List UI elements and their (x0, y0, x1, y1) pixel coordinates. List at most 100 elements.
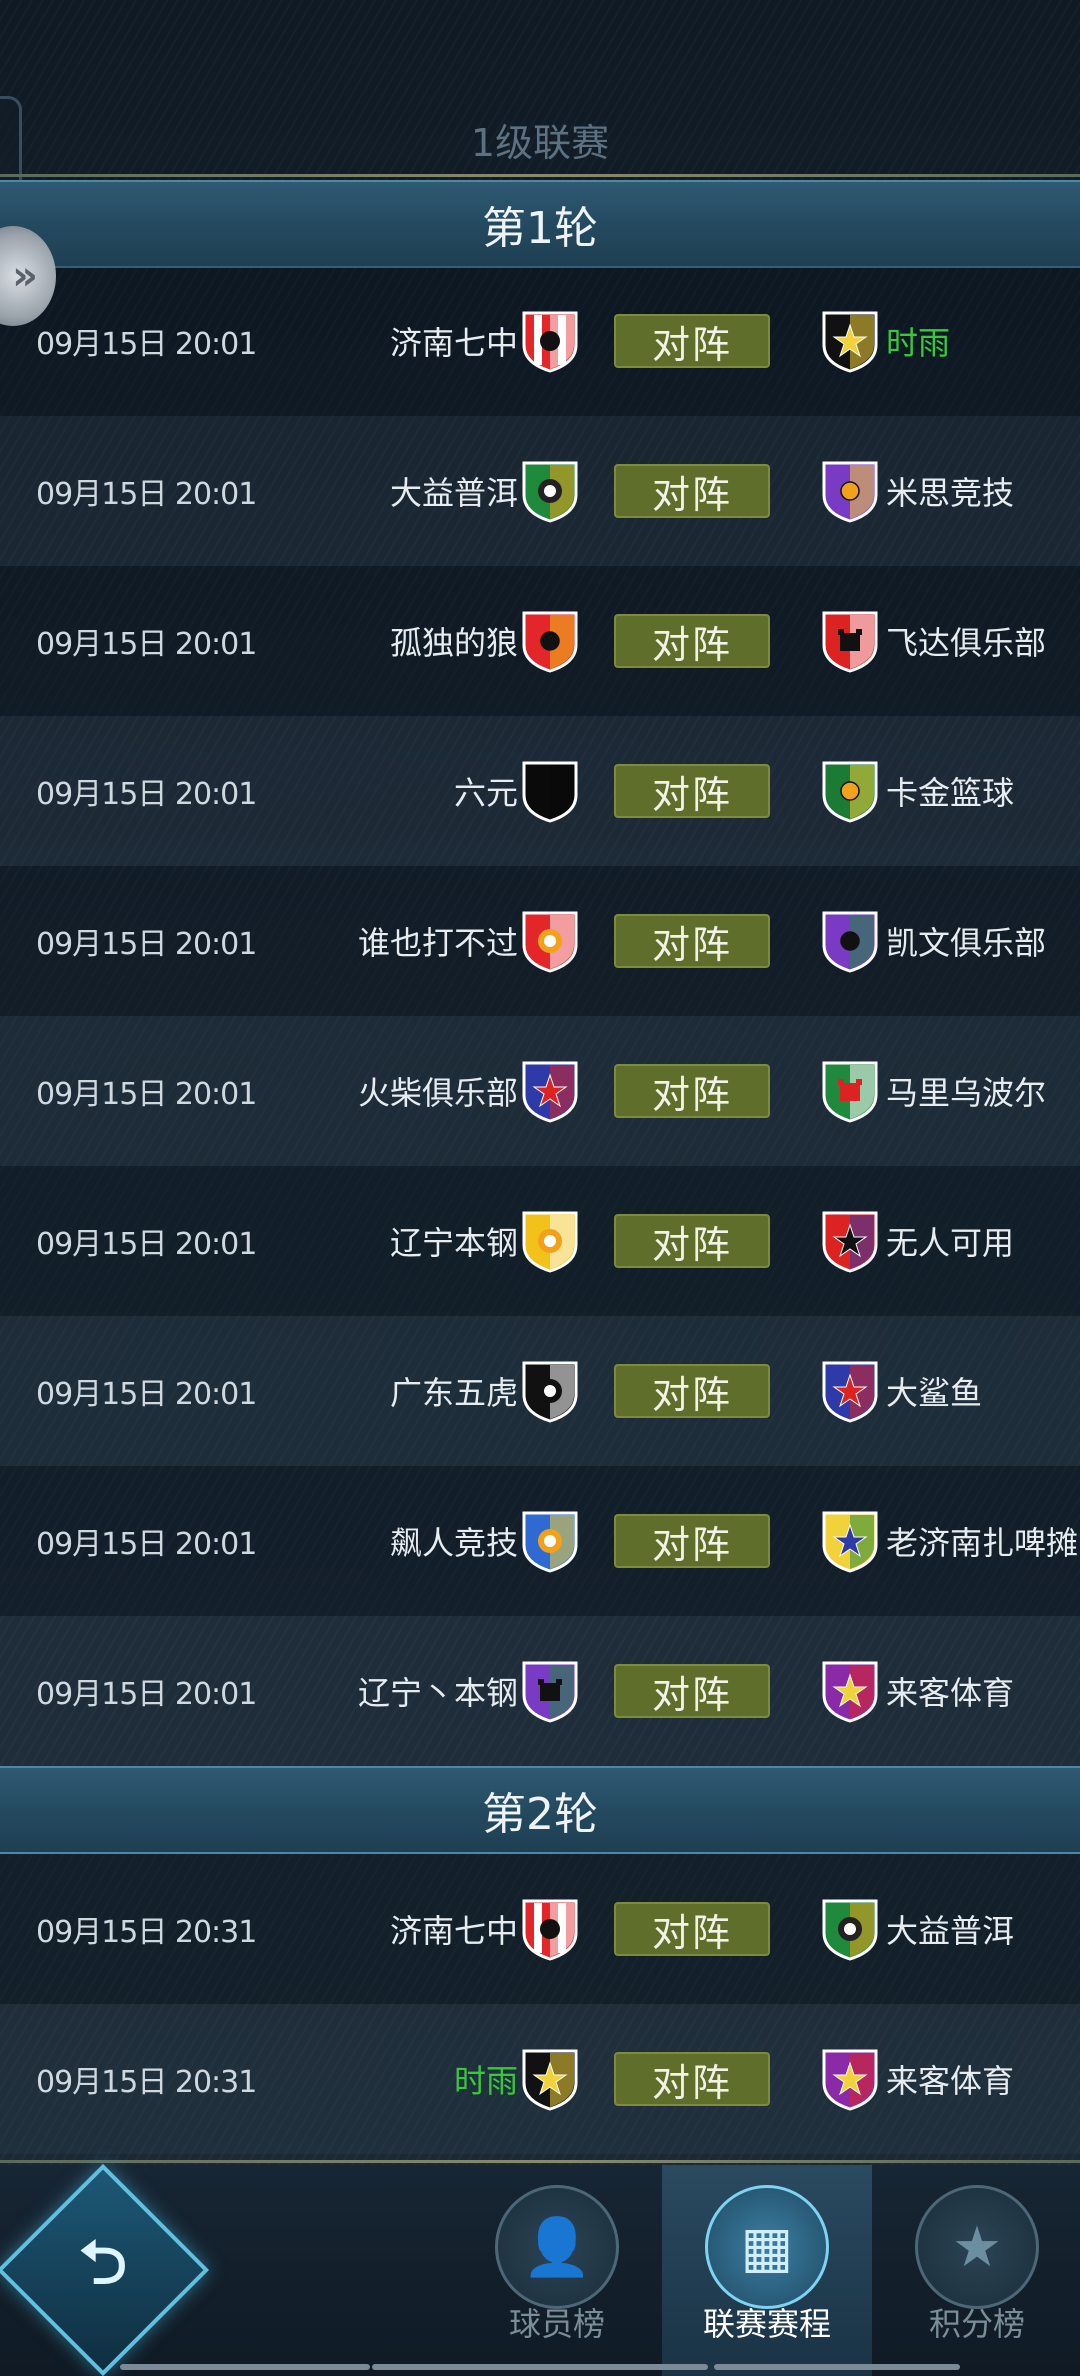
match-row: 09月15日 20:01 辽宁本钢 对阵 无人可用 (0, 1166, 1080, 1316)
back-arrow-icon: ⮌ (78, 2228, 128, 2298)
divider (0, 174, 1080, 177)
nav-standings[interactable]: ★ 积分榜 (872, 2165, 1080, 2376)
match-row: 09月15日 20:01 辽宁丶本钢 对阵 来客体育 (0, 1616, 1080, 1766)
league-title: 1级联赛 (470, 121, 610, 165)
vs-button[interactable]: 对阵 (614, 1214, 770, 1268)
vs-button[interactable]: 对阵 (614, 1364, 770, 1418)
home-team-badge-icon[interactable] (520, 1059, 580, 1123)
home-team-badge-icon[interactable] (520, 1359, 580, 1423)
player-icon: 👤 (495, 2185, 619, 2309)
match-time: 09月15日 20:01 (36, 777, 257, 812)
home-team-badge-icon[interactable] (520, 909, 580, 973)
away-team-badge-icon[interactable] (820, 609, 880, 673)
match-time: 09月15日 20:01 (36, 1377, 257, 1412)
home-team-name[interactable]: 辽宁本钢 (390, 1218, 518, 1264)
home-team-name[interactable]: 广东五虎 (390, 1368, 518, 1414)
scroll-indicator (372, 2364, 708, 2370)
vs-button[interactable]: 对阵 (614, 1514, 770, 1568)
away-team-name[interactable]: 米思竞技 (886, 468, 1014, 514)
match-row: 09月15日 20:01 大益普洱 对阵 米思竞技 (0, 416, 1080, 566)
away-team-badge-icon[interactable] (820, 1509, 880, 1573)
home-team-name[interactable]: 济南七中 (390, 1906, 518, 1952)
home-team-badge-icon[interactable] (520, 1897, 580, 1961)
away-team-name[interactable]: 马里乌波尔 (886, 1068, 1046, 1114)
nav-label: 积分榜 (928, 2305, 1025, 2343)
home-team-badge-icon[interactable] (520, 609, 580, 673)
round-header-1: 第1轮 (0, 180, 1080, 268)
match-time: 09月15日 20:01 (36, 1527, 257, 1562)
home-team-badge-icon[interactable] (520, 1509, 580, 1573)
vs-button[interactable]: 对阵 (614, 1064, 770, 1118)
home-team-badge-icon[interactable] (520, 459, 580, 523)
away-team-name[interactable]: 飞达俱乐部 (886, 618, 1046, 664)
away-team-name[interactable]: 老济南扎啤摊 (886, 1518, 1078, 1564)
home-team-name[interactable]: 济南七中 (390, 318, 518, 364)
nav-label: 球员榜 (508, 2305, 605, 2343)
home-team-name[interactable]: 火柴俱乐部 (358, 1068, 518, 1114)
home-team-name[interactable]: 时雨 (454, 2056, 518, 2102)
away-team-name[interactable]: 大鲨鱼 (886, 1368, 982, 1414)
vs-button[interactable]: 对阵 (614, 1664, 770, 1718)
round-label: 第1轮 (482, 203, 598, 254)
away-team-name[interactable]: 时雨 (886, 318, 950, 364)
match-row: 09月15日 20:01 飙人竞技 对阵 老济南扎啤摊 (0, 1466, 1080, 1616)
away-team-badge-icon[interactable] (820, 1659, 880, 1723)
home-team-badge-icon[interactable] (520, 759, 580, 823)
away-team-name[interactable]: 大益普洱 (886, 1906, 1014, 1952)
away-team-name[interactable]: 来客体育 (886, 1668, 1014, 1714)
star-trophy-icon: ★ (915, 2185, 1039, 2309)
vs-button[interactable]: 对阵 (614, 464, 770, 518)
nav-player-rank[interactable]: 👤 球员榜 (452, 2165, 662, 2376)
round-label: 第2轮 (482, 1789, 598, 1840)
home-team-name[interactable]: 孤独的狼 (390, 618, 518, 664)
away-team-badge-icon[interactable] (820, 1059, 880, 1123)
away-team-badge-icon[interactable] (820, 909, 880, 973)
nav-label: 联赛赛程 (702, 2305, 831, 2343)
match-time: 09月15日 20:01 (36, 1677, 257, 1712)
home-team-badge-icon[interactable] (520, 1209, 580, 1273)
match-row: 09月15日 20:01 济南七中 对阵 时雨 (0, 266, 1080, 416)
match-row: 09月15日 20:31 济南七中 对阵 大益普洱 (0, 1854, 1080, 2004)
match-row: 09月15日 20:01 孤独的狼 对阵 飞达俱乐部 (0, 566, 1080, 716)
match-time: 09月15日 20:01 (36, 1227, 257, 1262)
match-time: 09月15日 20:01 (36, 927, 257, 962)
away-team-name[interactable]: 卡金篮球 (886, 768, 1014, 814)
home-team-name[interactable]: 谁也打不过 (358, 918, 518, 964)
home-team-badge-icon[interactable] (520, 309, 580, 373)
away-team-badge-icon[interactable] (820, 1209, 880, 1273)
home-team-name[interactable]: 辽宁丶本钢 (358, 1668, 518, 1714)
vs-button[interactable]: 对阵 (614, 764, 770, 818)
round-header-2: 第2轮 (0, 1766, 1080, 1854)
vs-button[interactable]: 对阵 (614, 914, 770, 968)
vs-button[interactable]: 对阵 (614, 2052, 770, 2106)
match-time: 09月15日 20:31 (36, 2065, 257, 2100)
home-team-badge-icon[interactable] (520, 2047, 580, 2111)
match-row: 09月15日 20:31 时雨 对阵 来客体育 (0, 2004, 1080, 2154)
match-time: 09月15日 20:01 (36, 477, 257, 512)
away-team-badge-icon[interactable] (820, 759, 880, 823)
match-row: 09月15日 20:01 广东五虎 对阵 大鲨鱼 (0, 1316, 1080, 1466)
away-team-badge-icon[interactable] (820, 1897, 880, 1961)
away-team-badge-icon[interactable] (820, 459, 880, 523)
away-team-name[interactable]: 来客体育 (886, 2056, 1014, 2102)
away-team-name[interactable]: 无人可用 (886, 1218, 1014, 1264)
vs-button[interactable]: 对阵 (614, 1902, 770, 1956)
match-row: 09月15日 20:01 火柴俱乐部 对阵 马里乌波尔 (0, 1016, 1080, 1166)
match-row: 09月15日 20:01 六元 对阵 卡金篮球 (0, 716, 1080, 866)
away-team-badge-icon[interactable] (820, 309, 880, 373)
nav-league-schedule[interactable]: ▦ 联赛赛程 (662, 2165, 872, 2376)
away-team-badge-icon[interactable] (820, 1359, 880, 1423)
scroll-indicator (714, 2364, 960, 2370)
match-time: 09月15日 20:31 (36, 1915, 257, 1950)
home-team-badge-icon[interactable] (520, 1659, 580, 1723)
home-team-name[interactable]: 大益普洱 (390, 468, 518, 514)
home-team-name[interactable]: 飙人竞技 (390, 1518, 518, 1564)
scroll-indicator (120, 2364, 370, 2370)
match-time: 09月15日 20:01 (36, 327, 257, 362)
divider (0, 2160, 1080, 2163)
vs-button[interactable]: 对阵 (614, 314, 770, 368)
away-team-name[interactable]: 凯文俱乐部 (886, 918, 1046, 964)
away-team-badge-icon[interactable] (820, 2047, 880, 2111)
vs-button[interactable]: 对阵 (614, 614, 770, 668)
home-team-name[interactable]: 六元 (454, 768, 518, 814)
